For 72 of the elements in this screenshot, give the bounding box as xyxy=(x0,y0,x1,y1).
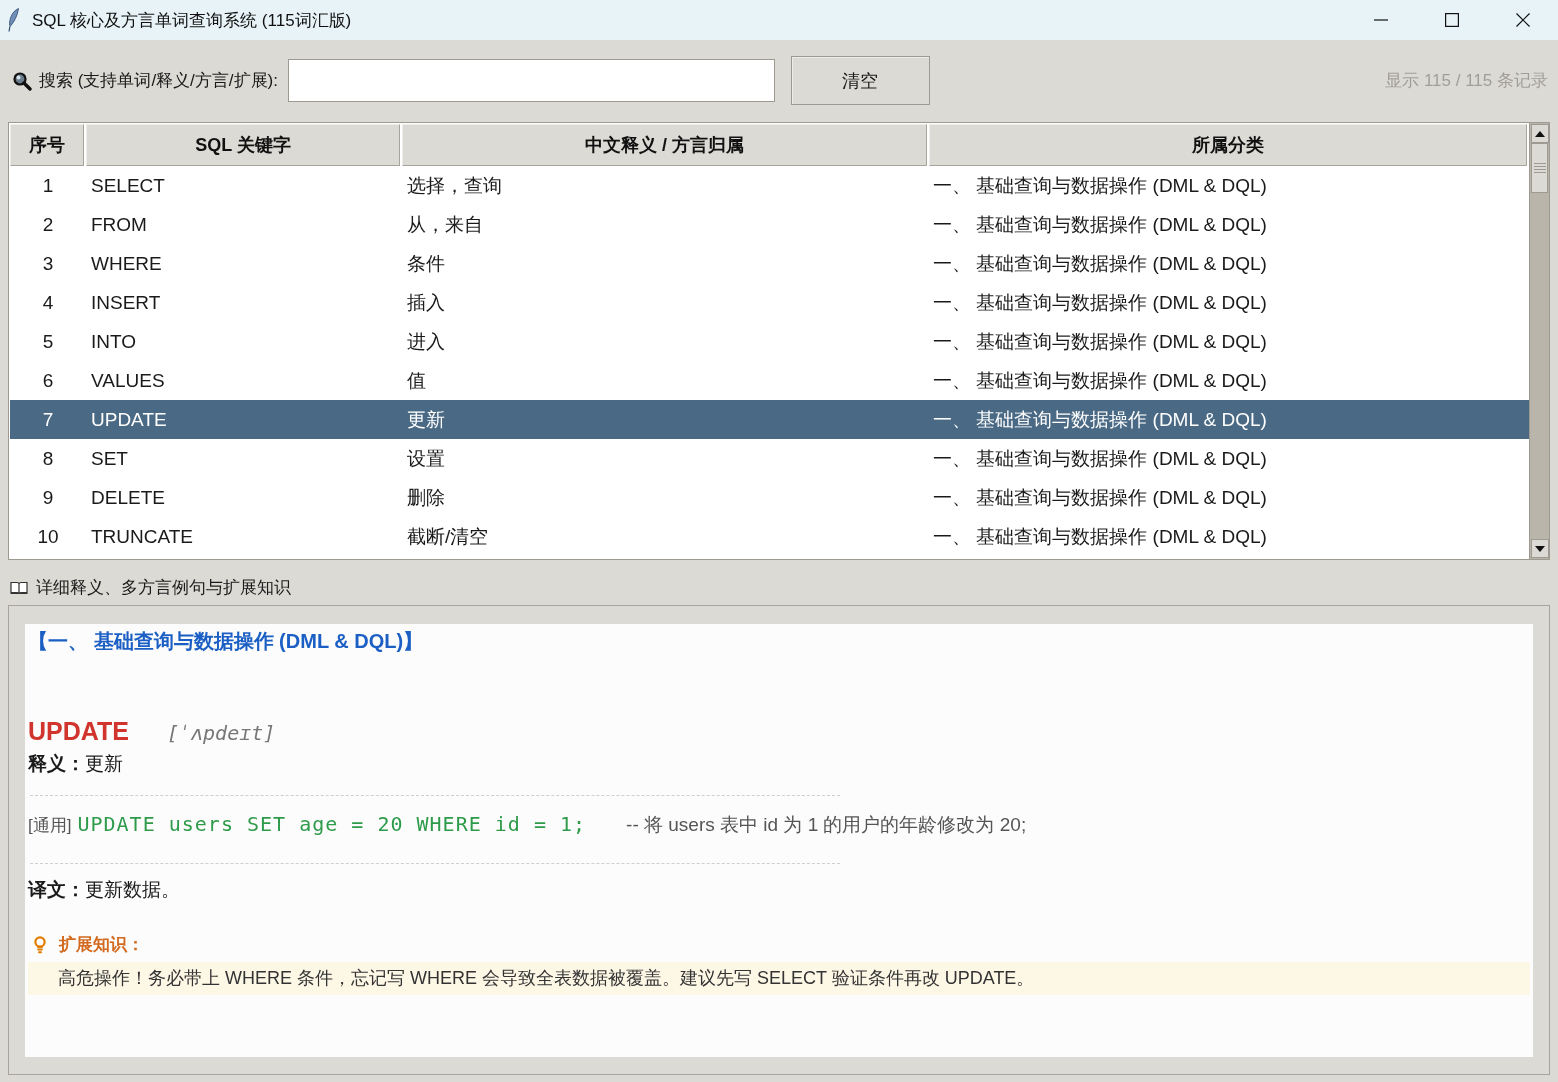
table-cell-text: 一、 基础查询与数据操作 (DML & DQL) xyxy=(932,485,1267,510)
category-heading: 【一、 基础查询与数据操作 (DML & DQL)】 xyxy=(28,629,425,654)
table-cell-text: 一、 基础查询与数据操作 (DML & DQL) xyxy=(932,446,1267,471)
table-cell-text: 一、 基础查询与数据操作 (DML & DQL) xyxy=(932,290,1267,315)
table-cell-text: SET xyxy=(90,447,128,470)
table-cell-text: DELETE xyxy=(90,486,165,509)
table-cell-text: UPDATE xyxy=(90,408,167,431)
phonetic-text: [ˈʌpdeɪt] xyxy=(166,720,276,747)
table-cell: 4 xyxy=(42,291,54,314)
table-cell-text: WHERE xyxy=(90,252,162,275)
column-header[interactable]: 所属分类 xyxy=(929,124,1527,166)
translation-text: 译文：更新数据。 xyxy=(28,878,181,902)
window-title: SQL 核心及方言单词查询系统 (115词汇版) xyxy=(32,9,352,32)
table-cell: 3 xyxy=(42,252,54,275)
table-cell-text: 插入 xyxy=(406,290,445,315)
table-cell: 5 xyxy=(42,330,54,353)
bulb-icon xyxy=(34,936,46,954)
maximize-icon xyxy=(1444,13,1459,27)
table-cell-text: 一、 基础查询与数据操作 (DML & DQL) xyxy=(932,524,1267,549)
up-arrow-icon xyxy=(1535,130,1545,137)
table-cell-text: VALUES xyxy=(90,369,165,392)
dialect-tag: [通用] xyxy=(28,806,72,846)
table-cell-text: 一、 基础查询与数据操作 (DML & DQL) xyxy=(932,407,1267,432)
record-count: 显示 115 / 115 条记录 xyxy=(1385,70,1548,92)
table-cell: 6 xyxy=(42,369,54,392)
meaning-text: 释义：更新 xyxy=(28,752,124,776)
table-cell-text: 一、 基础查询与数据操作 (DML & DQL) xyxy=(932,173,1267,198)
table-cell: 1 xyxy=(42,174,54,197)
table-cell-text: 从，来自 xyxy=(406,212,483,237)
table-cell-text: 选择，查询 xyxy=(406,173,502,198)
extension-label: 扩展知识： xyxy=(59,934,144,956)
table-cell-text: FROM xyxy=(90,213,147,236)
book-icon xyxy=(10,580,28,595)
down-arrow-icon xyxy=(1535,545,1545,552)
table-cell-text: 一、 基础查询与数据操作 (DML & DQL) xyxy=(932,251,1267,276)
scroll-up-button[interactable] xyxy=(1531,124,1549,143)
table-cell: 7 xyxy=(42,408,54,431)
table-cell: 2 xyxy=(42,213,54,236)
code-snippet: UPDATE users SET age = 20 WHERE id = 1; xyxy=(77,811,587,838)
search-field[interactable] xyxy=(287,59,775,102)
scrollbar-thumb[interactable] xyxy=(1531,143,1548,193)
table-cell: 8 xyxy=(42,447,54,470)
table-cell-text: INTO xyxy=(90,330,137,353)
table-cell-text: 一、 基础查询与数据操作 (DML & DQL) xyxy=(932,368,1267,393)
column-header[interactable]: 中文释义 / 方言归属 xyxy=(402,124,927,166)
code-comment: -- 将 users 表中 id 为 1 的用户的年龄修改为 20; xyxy=(626,813,1027,837)
scroll-down-button[interactable] xyxy=(1531,539,1549,558)
table-cell-text: 条件 xyxy=(406,251,445,276)
table-cell-text: 一、 基础查询与数据操作 (DML & DQL) xyxy=(932,329,1267,354)
table-cell-text: SELECT xyxy=(90,174,165,197)
column-header[interactable]: SQL 关键字 xyxy=(86,124,400,166)
table-cell-text: 一、 基础查询与数据操作 (DML & DQL) xyxy=(932,212,1267,237)
feather-icon xyxy=(8,8,20,32)
table-cell-text: INSERT xyxy=(90,291,161,314)
table-cell-text: 删除 xyxy=(406,485,445,510)
table-cell: 10 xyxy=(37,525,59,548)
table-cell-text: 更新 xyxy=(406,407,445,432)
section-title: 详细释义、多方言例句与扩展知识 xyxy=(36,577,291,599)
search-label: 搜索 (支持单词/释义/方言/扩展): xyxy=(39,70,278,92)
table-row[interactable]: 7 UPDATE 更新 一、 基础查询与数据操作 (DML & DQL) xyxy=(10,400,1529,439)
keyword-title: UPDATE xyxy=(28,716,129,747)
table-cell-text: 进入 xyxy=(406,329,445,354)
table-cell-text: 设置 xyxy=(406,446,445,471)
table-cell-text: TRUNCATE xyxy=(90,525,194,548)
close-icon xyxy=(1515,13,1530,27)
table-cell-text: 值 xyxy=(406,368,426,393)
clear-button[interactable]: 清空 xyxy=(790,56,930,105)
extension-note: 高危操作！务必带上 WHERE 条件，忘记写 WHERE 会导致全表数据被覆盖。建议先写 SELECT 验证条件再改 UPDATE。 xyxy=(28,962,1530,995)
table-cell-text: 截断/清空 xyxy=(406,524,489,549)
table-cell: 9 xyxy=(42,486,54,509)
search-icon xyxy=(12,70,32,91)
column-header[interactable]: 序号 xyxy=(10,124,84,166)
